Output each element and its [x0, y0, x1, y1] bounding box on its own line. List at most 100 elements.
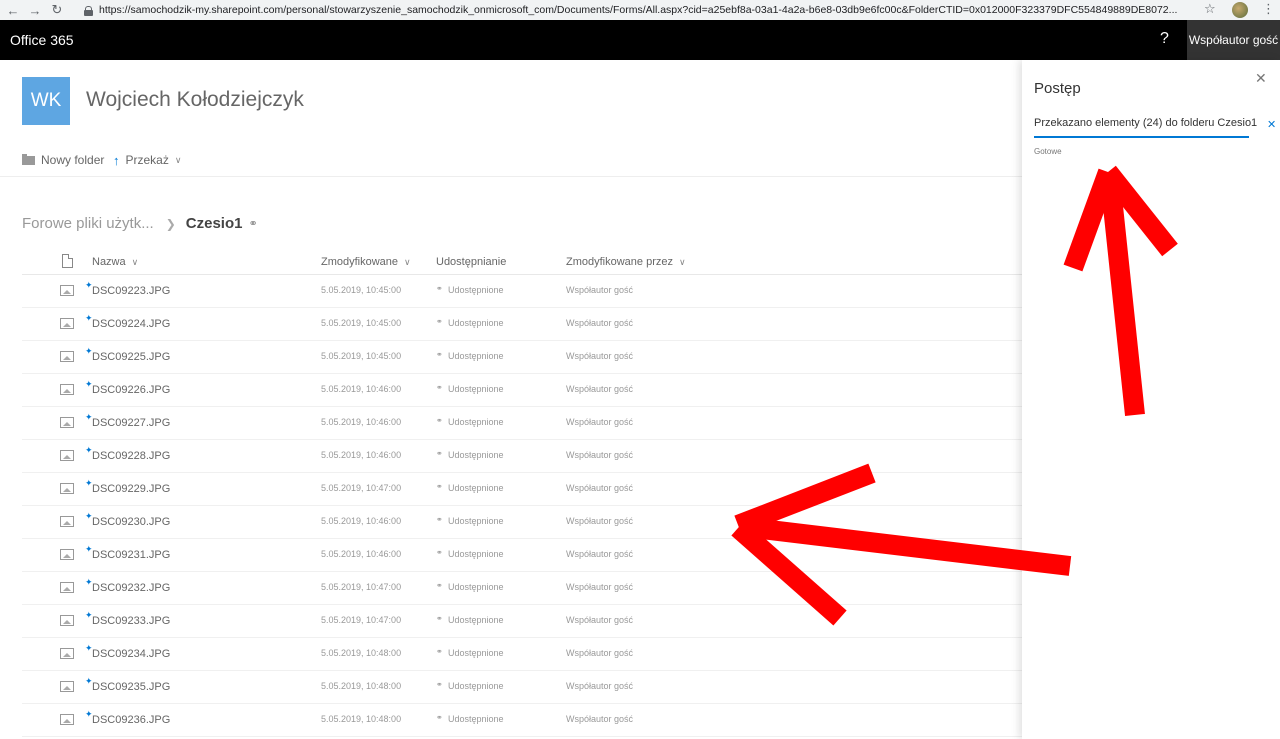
file-name[interactable]: DSC09226.JPG [92, 384, 170, 396]
file-sharing[interactable]: Udostępnione [448, 516, 504, 526]
file-modified-by: Współautor gość [566, 318, 634, 328]
file-row[interactable]: ✦ DSC09229.JPG 5.05.2019, 10:47:00 ⚭ Udostęp… [22, 473, 1022, 506]
file-row[interactable]: ✦ DSC09225.JPG 5.05.2019, 10:45:00 ⚭ Udostęp… [22, 341, 1022, 374]
file-modified: 5.05.2019, 10:48:00 [321, 681, 402, 691]
file-modified: 5.05.2019, 10:45:00 [321, 351, 402, 361]
breadcrumb-current[interactable]: Czesio1 [186, 215, 243, 232]
file-sharing[interactable]: Udostępnione [448, 318, 504, 328]
column-header-name[interactable]: Nazwa ∨ [92, 254, 138, 270]
upload-icon: ↑ [113, 152, 120, 168]
file-modified: 5.05.2019, 10:45:00 [321, 285, 402, 295]
new-folder-button[interactable]: Nowy folder [22, 152, 104, 168]
shared-icon: ⚭ [436, 284, 443, 293]
column-header-modified-by[interactable]: Zmodyfikowane przez ∨ [566, 254, 686, 270]
file-name[interactable]: DSC09224.JPG [92, 318, 170, 330]
close-icon[interactable]: ✕ [1255, 70, 1267, 87]
file-name[interactable]: DSC09227.JPG [92, 417, 170, 429]
file-row[interactable]: ✦ DSC09228.JPG 5.05.2019, 10:46:00 ⚭ Udostęp… [22, 440, 1022, 473]
file-name[interactable]: DSC09233.JPG [92, 615, 170, 627]
file-row[interactable]: ✦ DSC09235.JPG 5.05.2019, 10:48:00 ⚭ Udostęp… [22, 671, 1022, 704]
new-folder-label: Nowy folder [41, 153, 105, 167]
bookmark-star-icon[interactable]: ☆ [1204, 1, 1216, 17]
file-row[interactable]: ✦ DSC09227.JPG 5.05.2019, 10:46:00 ⚭ Udostęp… [22, 407, 1022, 440]
column-header-modified[interactable]: Zmodyfikowane ∨ [321, 254, 411, 270]
office-365-title[interactable]: Office 365 [10, 32, 74, 48]
file-row[interactable]: ✦ DSC09231.JPG 5.05.2019, 10:46:00 ⚭ Udostęp… [22, 539, 1022, 572]
upload-status-message: Przekazano elementy (24) do folderu Czes… [1034, 117, 1258, 129]
file-modified: 5.05.2019, 10:48:00 [321, 714, 402, 724]
help-button[interactable]: ? [1160, 30, 1169, 48]
shared-people-icon[interactable]: ⚭ [248, 217, 257, 230]
file-row[interactable]: ✦ DSC09234.JPG 5.05.2019, 10:48:00 ⚭ Udostęp… [22, 638, 1022, 671]
user-account-button[interactable]: Współautor gość [1187, 20, 1280, 60]
file-sharing[interactable]: Udostępnione [448, 351, 504, 361]
file-type-header-icon[interactable] [62, 254, 73, 268]
file-name[interactable]: DSC09236.JPG [92, 714, 170, 726]
browser-menu-icon[interactable]: ⋮ [1262, 1, 1275, 17]
file-row[interactable]: ✦ DSC09226.JPG 5.05.2019, 10:46:00 ⚭ Udostęp… [22, 374, 1022, 407]
file-sharing[interactable]: Udostępnione [448, 648, 504, 658]
file-sharing[interactable]: Udostępnione [448, 384, 504, 394]
file-sharing[interactable]: Udostępnione [448, 483, 504, 493]
image-file-icon [60, 516, 74, 527]
profile-avatar[interactable] [1232, 2, 1248, 18]
file-sharing[interactable]: Udostępnione [448, 417, 504, 427]
file-name[interactable]: DSC09231.JPG [92, 549, 170, 561]
file-modified: 5.05.2019, 10:48:00 [321, 648, 402, 658]
file-row[interactable]: ✦ DSC09232.JPG 5.05.2019, 10:47:00 ⚭ Udostęp… [22, 572, 1022, 605]
column-modified-label: Zmodyfikowane [321, 256, 399, 268]
column-sharing-label: Udostępnianie [436, 256, 507, 268]
file-sharing[interactable]: Udostępnione [448, 450, 504, 460]
progress-bar [1034, 136, 1249, 138]
upload-button[interactable]: ↑ Przekaż ∨ [113, 152, 181, 168]
file-row[interactable]: ✦ DSC09233.JPG 5.05.2019, 10:47:00 ⚭ Udostęp… [22, 605, 1022, 638]
site-title[interactable]: Wojciech Kołodziejczyk [86, 88, 304, 112]
file-sharing[interactable]: Udostępnione [448, 285, 504, 295]
file-modified-by: Współautor gość [566, 516, 634, 526]
column-header-sharing[interactable]: Udostępnianie [436, 254, 506, 270]
chevron-right-icon: ❯ [165, 216, 176, 231]
dismiss-icon[interactable]: ✕ [1267, 118, 1276, 131]
browser-toolbar: ← → ↻ https://samochodzik-my.sharepoint.… [0, 0, 1280, 20]
file-sharing[interactable]: Udostępnione [448, 615, 504, 625]
url-text: https://samochodzik-my.sharepoint.com/pe… [99, 4, 1178, 16]
suite-bar: Office 365 ? Współautor gość [0, 20, 1280, 60]
shared-icon: ⚭ [436, 416, 443, 425]
file-name[interactable]: DSC09229.JPG [92, 483, 170, 495]
file-modified: 5.05.2019, 10:46:00 [321, 516, 402, 526]
file-modified: 5.05.2019, 10:46:00 [321, 384, 402, 394]
file-sharing[interactable]: Udostępnione [448, 582, 504, 592]
file-modified-by: Współautor gość [566, 615, 634, 625]
shared-icon: ⚭ [436, 581, 443, 590]
back-icon[interactable]: ← [4, 0, 22, 20]
file-sharing[interactable]: Udostępnione [448, 549, 504, 559]
image-file-icon [60, 681, 74, 692]
shared-icon: ⚭ [436, 680, 443, 689]
file-modified-by: Współautor gość [566, 417, 634, 427]
file-sharing[interactable]: Udostępnione [448, 681, 504, 691]
file-name[interactable]: DSC09223.JPG [92, 285, 170, 297]
shared-icon: ⚭ [436, 317, 443, 326]
reload-icon[interactable]: ↻ [48, 0, 66, 20]
file-name[interactable]: DSC09230.JPG [92, 516, 170, 528]
forward-icon[interactable]: → [26, 0, 44, 20]
file-row[interactable]: ✦ DSC09224.JPG 5.05.2019, 10:45:00 ⚭ Udostęp… [22, 308, 1022, 341]
file-row[interactable]: ✦ DSC09223.JPG 5.05.2019, 10:45:00 ⚭ Udostęp… [22, 275, 1022, 308]
file-name[interactable]: DSC09232.JPG [92, 582, 170, 594]
image-file-icon [60, 384, 74, 395]
file-name[interactable]: DSC09235.JPG [92, 681, 170, 693]
file-row[interactable]: ✦ DSC09230.JPG 5.05.2019, 10:46:00 ⚭ Udostęp… [22, 506, 1022, 539]
file-sharing[interactable]: Udostępnione [448, 714, 504, 724]
chevron-down-icon: ∨ [174, 154, 182, 165]
file-name[interactable]: DSC09225.JPG [92, 351, 170, 363]
column-name-label: Nazwa [92, 256, 126, 268]
file-row[interactable]: ✦ DSC09236.JPG 5.05.2019, 10:48:00 ⚭ Udostęp… [22, 704, 1022, 737]
breadcrumb-parent[interactable]: Forowe pliki użytk... [22, 215, 154, 232]
shared-icon: ⚭ [436, 482, 443, 491]
address-bar[interactable]: https://samochodzik-my.sharepoint.com/pe… [84, 2, 1194, 18]
file-name[interactable]: DSC09234.JPG [92, 648, 170, 660]
file-modified: 5.05.2019, 10:47:00 [321, 483, 402, 493]
site-logo[interactable]: WK [22, 77, 70, 125]
file-name[interactable]: DSC09228.JPG [92, 450, 170, 462]
file-modified-by: Współautor gość [566, 714, 634, 724]
